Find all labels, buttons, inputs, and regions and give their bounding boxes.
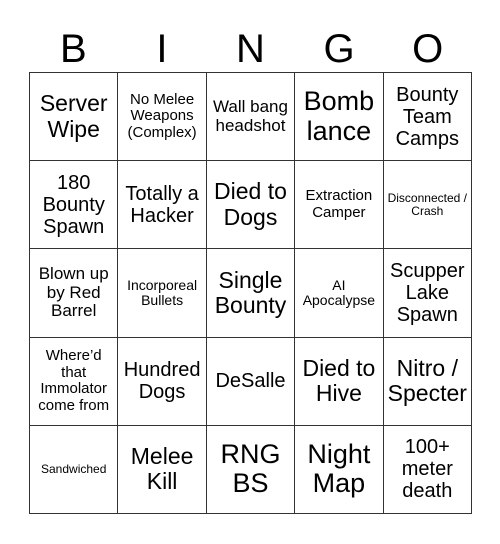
bingo-cell[interactable]: RNG BS	[206, 425, 296, 514]
cell-label: Melee Kill	[130, 443, 194, 495]
cell-label: Nitro / Specter	[387, 354, 467, 407]
cell-label: DeSalle	[215, 370, 286, 393]
cell-label: Incorporeal Bullets	[127, 276, 198, 308]
bingo-cell[interactable]: Disconnected / Crash	[383, 161, 472, 250]
cell-label: 100+ meter death	[401, 436, 453, 503]
cell-label: Bounty Team Camps	[395, 83, 459, 150]
bingo-cell[interactable]: Sandwiched	[30, 425, 119, 514]
cell-label: Extraction Camper	[305, 187, 373, 221]
bingo-cell[interactable]: Blown up by Red Barrel	[30, 249, 119, 338]
cell-label: Sandwiched	[41, 461, 107, 476]
cell-label: Totally a Hacker	[125, 182, 199, 227]
header-letter-n: N	[236, 27, 265, 71]
bingo-cell[interactable]: DeSalle	[206, 337, 296, 426]
bingo-cell[interactable]: Where’d that Immolator come from	[30, 337, 119, 426]
bingo-cell[interactable]: Died to Dogs	[206, 161, 296, 250]
cell-label: Where’d that Immolator come from	[38, 347, 110, 414]
bingo-cell[interactable]: 100+ meter death	[383, 425, 472, 514]
cell-label: Night Map	[307, 438, 371, 499]
bingo-cell[interactable]: Totally a Hacker	[118, 161, 207, 250]
cell-label: No Melee Weapons (Complex)	[127, 90, 197, 141]
cell-label: Wall bang headshot	[213, 96, 288, 135]
cell-label: Died to Dogs	[214, 178, 287, 230]
bingo-cell[interactable]: AI Apocalypse	[295, 249, 384, 338]
bingo-card-grid: Server Wipe No Melee Weapons (Complex) W…	[29, 72, 472, 514]
cell-label: AI Apocalypse	[302, 276, 376, 308]
cell-label: RNG BS	[220, 438, 281, 499]
cell-label: 180 Bounty Spawn	[42, 171, 105, 238]
header-letter-g: G	[323, 27, 355, 71]
bingo-cell[interactable]: No Melee Weapons (Complex)	[118, 73, 207, 162]
cell-label: Blown up by Red Barrel	[38, 263, 109, 321]
bingo-cell[interactable]: Incorporeal Bullets	[118, 249, 207, 338]
bingo-cell[interactable]: Wall bang headshot	[206, 73, 296, 162]
bingo-cell[interactable]: Bomb lance	[295, 73, 384, 162]
cell-label: Server Wipe	[39, 90, 108, 142]
bingo-header: B I N G O	[29, 26, 472, 72]
bingo-cell[interactable]: Single Bounty	[206, 249, 296, 338]
header-letter-o: O	[412, 27, 444, 71]
bingo-cell[interactable]: Extraction Camper	[295, 161, 384, 250]
bingo-cell[interactable]: Melee Kill	[118, 425, 207, 514]
header-letter-i: I	[156, 27, 168, 71]
bingo-cell[interactable]: Died to Hive	[295, 337, 384, 426]
cell-label: Hundred Dogs	[123, 359, 201, 404]
bingo-cell[interactable]: Scupper Lake Spawn	[383, 249, 472, 338]
cell-label: Died to Hive	[302, 354, 376, 407]
cell-label: Scupper Lake Spawn	[390, 259, 465, 326]
bingo-cell[interactable]: 180 Bounty Spawn	[30, 161, 119, 250]
bingo-cell[interactable]: Bounty Team Camps	[383, 73, 472, 162]
cell-label: Bomb lance	[303, 85, 375, 146]
cell-label: Single Bounty	[214, 266, 287, 318]
cell-label: Disconnected / Crash	[387, 190, 467, 218]
bingo-cell[interactable]: Server Wipe	[30, 73, 119, 162]
bingo-cell[interactable]: Hundred Dogs	[118, 337, 207, 426]
header-letter-b: B	[59, 27, 87, 71]
bingo-cell[interactable]: Night Map	[295, 425, 384, 514]
bingo-cell[interactable]: Nitro / Specter	[383, 337, 472, 426]
